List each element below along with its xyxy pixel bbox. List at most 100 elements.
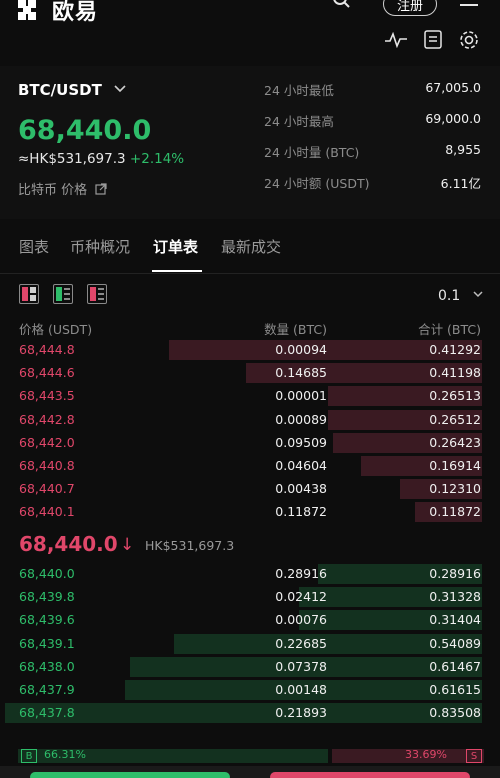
- stat-low-label: 24 小时最低: [264, 83, 334, 98]
- row-price: 68,442.0: [19, 434, 75, 450]
- depth-bar: [5, 703, 482, 724]
- bid-row[interactable]: 68,439.8 0.02412 0.31328: [0, 586, 500, 608]
- stat-high-value: 69,000.0: [425, 111, 481, 126]
- row-total: 0.26512: [429, 411, 481, 427]
- ask-row[interactable]: 68,443.5 0.00001 0.26513: [0, 385, 500, 407]
- row-total: 0.26513: [429, 388, 481, 404]
- row-total: 0.31404: [429, 612, 481, 628]
- row-price: 68,443.5: [19, 388, 75, 404]
- header-qty: 数量 (BTC): [264, 322, 327, 337]
- row-qty: 0.21893: [275, 705, 327, 721]
- gear-icon[interactable]: [458, 29, 480, 56]
- header-total: 合计 (BTC): [418, 322, 481, 337]
- row-price: 68,442.8: [19, 411, 75, 427]
- stat-volume-label: 24 小时量 (BTC): [264, 145, 360, 160]
- row-total: 0.61467: [429, 658, 481, 674]
- row-qty: 0.00001: [275, 388, 327, 404]
- row-qty: 0.22685: [275, 635, 327, 651]
- row-price: 68,440.8: [19, 458, 75, 473]
- bid-row[interactable]: 68,437.8 0.21893 0.83508: [0, 702, 500, 724]
- view-both-button[interactable]: [19, 284, 39, 304]
- precision-select[interactable]: 0.1: [438, 286, 483, 304]
- row-total: 0.61615: [429, 682, 481, 697]
- buy-button[interactable]: [30, 772, 230, 778]
- sell-button[interactable]: [270, 772, 470, 778]
- row-total: 0.26423: [429, 434, 481, 450]
- ask-row[interactable]: 68,440.1 0.11872 0.11872: [0, 501, 500, 523]
- mid-fiat-price: HK$531,697.3: [145, 538, 235, 553]
- tab-coin-overview[interactable]: 币种概况: [70, 236, 130, 257]
- ask-row[interactable]: 68,440.7 0.00438 0.12310: [0, 478, 500, 500]
- row-total: 0.28916: [429, 566, 481, 581]
- clipboard-icon[interactable]: [424, 29, 442, 54]
- pair-selector[interactable]: BTC/USDT: [18, 81, 102, 99]
- row-qty: 0.00148: [275, 682, 327, 697]
- logo-text: 欧易: [52, 0, 99, 25]
- bid-row[interactable]: 68,439.6 0.00076 0.31404: [0, 609, 500, 631]
- logo[interactable]: 欧易: [18, 0, 98, 26]
- mid-price: 68,440.0: [19, 532, 118, 556]
- tab-bar: 图表 币种概况 订单表 最新成交: [0, 220, 500, 274]
- chevron-down-icon: [473, 286, 483, 302]
- row-qty: 0.00089: [275, 411, 327, 427]
- ask-row[interactable]: 68,442.0 0.09509 0.26423: [0, 432, 500, 454]
- tab-order-book[interactable]: 订单表: [153, 236, 198, 257]
- row-total: 0.83508: [429, 705, 481, 721]
- fiat-price: ≈HK$531,697.3: [18, 151, 126, 167]
- top-bar: 欧易 注册: [0, 0, 500, 64]
- coin-info-label: 比特币 价格: [18, 183, 88, 198]
- row-price: 68,437.8: [19, 705, 75, 721]
- stat-volume-value: 8,955: [445, 142, 481, 157]
- search-icon[interactable]: [332, 0, 352, 15]
- view-bids-button[interactable]: [53, 284, 73, 304]
- buy-ratio-text: 66.31%: [44, 748, 86, 761]
- row-price: 68,440.1: [19, 504, 75, 520]
- row-price: 68,440.0: [19, 566, 75, 581]
- ask-row[interactable]: 68,444.6 0.14685 0.41198: [0, 362, 500, 384]
- register-button[interactable]: 注册: [383, 0, 437, 16]
- active-tab-indicator: [152, 270, 202, 272]
- precision-value: 0.1: [438, 288, 461, 304]
- view-asks-button[interactable]: [87, 284, 107, 304]
- row-price: 68,437.9: [19, 682, 75, 697]
- ask-row[interactable]: 68,440.8 0.04604 0.16914: [0, 455, 500, 477]
- row-total: 0.31328: [429, 589, 481, 605]
- menu-icon[interactable]: [460, 0, 478, 17]
- stat-turnover-label: 24 小时额 (USDT): [264, 176, 370, 191]
- row-total: 0.16914: [429, 458, 481, 473]
- buy-ratio-badge: B: [21, 749, 37, 763]
- ask-row[interactable]: 68,442.8 0.00089 0.26512: [0, 409, 500, 431]
- row-qty: 0.02412: [275, 589, 327, 605]
- ask-row[interactable]: 68,444.8 0.00094 0.41292: [0, 339, 500, 361]
- row-qty: 0.28916: [275, 566, 327, 581]
- bid-row[interactable]: 68,439.1 0.22685 0.54089: [0, 633, 500, 655]
- price-change: +2.14%: [129, 151, 185, 167]
- row-qty: 0.14685: [275, 365, 327, 381]
- tab-recent-trades[interactable]: 最新成交: [221, 236, 281, 257]
- row-total: 0.54089: [429, 635, 481, 651]
- row-qty: 0.00076: [275, 612, 327, 628]
- chart-line-icon[interactable]: [385, 31, 407, 53]
- header-price: 价格 (USDT): [19, 322, 93, 337]
- sell-ratio-badge: S: [466, 749, 482, 763]
- tab-chart[interactable]: 图表: [19, 236, 49, 257]
- bid-row[interactable]: 68,440.0 0.28916 0.28916: [0, 563, 500, 585]
- row-price: 68,444.8: [19, 342, 75, 357]
- row-price: 68,438.0: [19, 658, 75, 674]
- fiat-price-line: ≈HK$531,697.3 +2.14%: [18, 151, 184, 167]
- stat-low-value: 67,005.0: [425, 80, 481, 95]
- row-price: 68,439.1: [19, 635, 75, 651]
- arrow-down-icon: ↓: [120, 535, 135, 555]
- bid-row[interactable]: 68,438.0 0.07378 0.61467: [0, 656, 500, 678]
- row-qty: 0.11872: [275, 504, 327, 520]
- external-link-icon: [95, 183, 107, 199]
- bid-row[interactable]: 68,437.9 0.00148 0.61615: [0, 679, 500, 701]
- coin-info-link[interactable]: 比特币 价格: [18, 179, 107, 199]
- row-qty: 0.00094: [275, 342, 327, 357]
- row-total: 0.11872: [429, 504, 481, 520]
- chevron-down-icon[interactable]: [114, 82, 126, 96]
- ticker-summary: BTC/USDT 68,440.0 ≈HK$531,697.3 +2.14% 比…: [0, 66, 500, 219]
- stat-turnover-value: 6.11亿: [440, 176, 481, 191]
- last-price: 68,440.0: [18, 115, 152, 146]
- row-total: 0.41198: [429, 365, 481, 381]
